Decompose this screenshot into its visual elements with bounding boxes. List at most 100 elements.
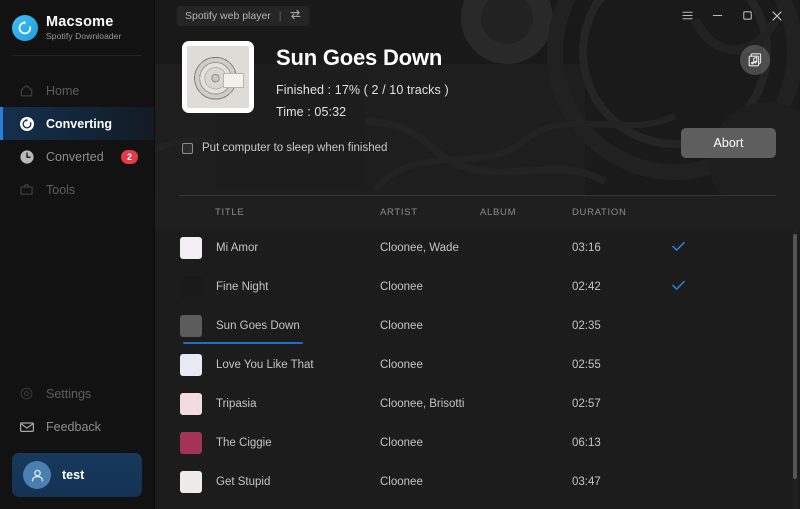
track-title: Sun Goes Down (216, 319, 300, 332)
track-title: The Ciggie (216, 436, 272, 449)
track-artist: Cloonee, Wade (380, 241, 459, 254)
checkmark-icon (672, 241, 685, 254)
scrollbar-thumb[interactable] (793, 234, 797, 479)
album-cover-art (182, 41, 254, 113)
sleep-when-finished-row[interactable]: Put computer to sleep when finished (182, 142, 387, 154)
track-duration: 02:35 (572, 319, 601, 332)
home-icon (18, 82, 35, 99)
track-duration: 03:16 (572, 241, 601, 254)
track-artist: Cloonee (380, 280, 423, 293)
sidebar-item-converted[interactable]: Converted 2 (0, 140, 154, 173)
track-title: Tripasia (216, 397, 257, 410)
sidebar-item-feedback[interactable]: Feedback (0, 410, 154, 443)
column-header-title: TITLE (215, 206, 245, 218)
convert-circle-icon (18, 115, 35, 132)
converted-count-badge: 2 (120, 150, 138, 164)
sleep-checkbox-label: Put computer to sleep when finished (202, 142, 388, 154)
hero-meta: Sun Goes Down Finished : 17% ( 2 / 10 tr… (254, 41, 449, 119)
brand-name: Macsome (46, 14, 114, 30)
column-header-album: ALBUM (480, 206, 517, 218)
sidebar: Macsome Spotify Downloader Home Converti… (0, 0, 155, 509)
checkmark-icon (672, 280, 685, 293)
track-progress-bar (183, 342, 303, 344)
column-header-duration: DURATION (572, 206, 627, 218)
user-avatar-icon (23, 461, 51, 489)
track-duration: 02:42 (572, 280, 601, 293)
toolbox-icon (18, 181, 35, 198)
sleep-checkbox[interactable] (182, 142, 193, 154)
track-artist: Cloonee (380, 319, 423, 332)
table-row[interactable]: Love You Like That Cloonee 02:55 (155, 345, 800, 384)
track-duration: 02:55 (572, 358, 601, 371)
track-duration: 02:57 (572, 397, 601, 410)
close-icon[interactable] (764, 5, 790, 27)
window-controls (674, 5, 790, 27)
sidebar-item-label: Converting (46, 116, 112, 131)
track-title: Fine Night (216, 280, 269, 293)
table-row[interactable]: The Ciggie Cloonee 06:13 (155, 423, 800, 462)
title-bar: Spotify web player | (155, 0, 800, 31)
spotify-web-player-chip[interactable]: Spotify web player | (177, 5, 309, 26)
account-button[interactable]: test (12, 453, 142, 497)
web-player-label: Spotify web player (185, 9, 271, 22)
track-thumbnail (180, 353, 202, 376)
sidebar-divider (12, 55, 142, 57)
gear-icon (18, 385, 35, 402)
mail-icon (18, 418, 35, 435)
minimize-icon[interactable] (704, 5, 730, 27)
sidebar-item-converting[interactable]: Converting (0, 107, 154, 141)
sidebar-item-label: Feedback (46, 419, 101, 434)
track-thumbnail (180, 236, 202, 259)
track-artist: Cloonee, Brisotti (380, 397, 465, 410)
track-title: Love You Like That (216, 358, 314, 371)
page-title: Sun Goes Down (276, 45, 443, 70)
brand-subtitle: Spotify Downloader (46, 30, 122, 41)
track-duration: 03:47 (572, 475, 601, 488)
chip-separator: | (278, 9, 282, 22)
abort-button[interactable]: Abort (681, 128, 776, 158)
sidebar-item-settings[interactable]: Settings (0, 377, 154, 410)
table-row[interactable]: Tripasia Cloonee, Brisotti 02:57 (155, 384, 800, 423)
swap-arrows-icon[interactable] (289, 9, 301, 23)
refresh-circle-icon (12, 14, 38, 41)
clock-icon (18, 148, 35, 165)
table-row[interactable]: Get Stupid Cloonee 03:47 (155, 462, 800, 501)
table-row[interactable]: Mi Amor Cloonee, Wade 03:16 (155, 228, 800, 267)
sidebar-item-label: Settings (46, 386, 92, 401)
sidebar-bottom: Settings Feedback test (0, 377, 154, 509)
hero-row: Sun Goes Down Finished : 17% ( 2 / 10 tr… (155, 31, 800, 119)
album-art-toggle-icon[interactable] (740, 45, 770, 75)
account-name: test (62, 468, 85, 482)
sidebar-item-label: Tools (46, 182, 76, 197)
track-thumbnail (180, 392, 202, 415)
sidebar-item-label: Home (46, 83, 80, 98)
track-artist: Cloonee (380, 358, 423, 371)
hero-panel: Spotify web player | Sun Goes Down Finis… (155, 0, 800, 196)
table-row[interactable]: Fine Night Cloonee 02:42 (155, 267, 800, 306)
hamburger-menu-icon[interactable] (674, 5, 700, 27)
hero-divider (179, 195, 776, 196)
track-list[interactable]: Mi Amor Cloonee, Wade 03:16 Fine Night Cloon… (155, 228, 800, 509)
column-header-artist: ARTIST (380, 206, 418, 218)
main-content: Spotify web player | Sun Goes Down Finis… (155, 0, 800, 509)
progress-status-text: Finished : 17% ( 2 / 10 tracks ) (276, 83, 449, 97)
brand: Macsome Spotify Downloader (0, 0, 154, 55)
sidebar-nav: Home Converting Converted 2 Tools (0, 74, 154, 206)
elapsed-time-text: Time : 05:32 (276, 105, 347, 119)
track-status (672, 280, 800, 293)
sidebar-item-home[interactable]: Home (0, 74, 154, 107)
track-title: Get Stupid (216, 475, 271, 488)
track-thumbnail (180, 470, 202, 493)
sidebar-item-tools[interactable]: Tools (0, 173, 154, 206)
maximize-icon[interactable] (734, 5, 760, 27)
app-window: Macsome Spotify Downloader Home Converti… (0, 0, 800, 509)
track-thumbnail (180, 275, 202, 298)
track-thumbnail (180, 431, 202, 454)
track-status (672, 241, 800, 254)
track-duration: 06:13 (572, 436, 601, 449)
track-thumbnail (180, 314, 202, 337)
track-artist: Cloonee (380, 475, 423, 488)
table-row[interactable]: Sun Goes Down Cloonee 02:35 (155, 306, 800, 345)
track-title: Mi Amor (216, 241, 259, 254)
track-artist: Cloonee (380, 436, 423, 449)
